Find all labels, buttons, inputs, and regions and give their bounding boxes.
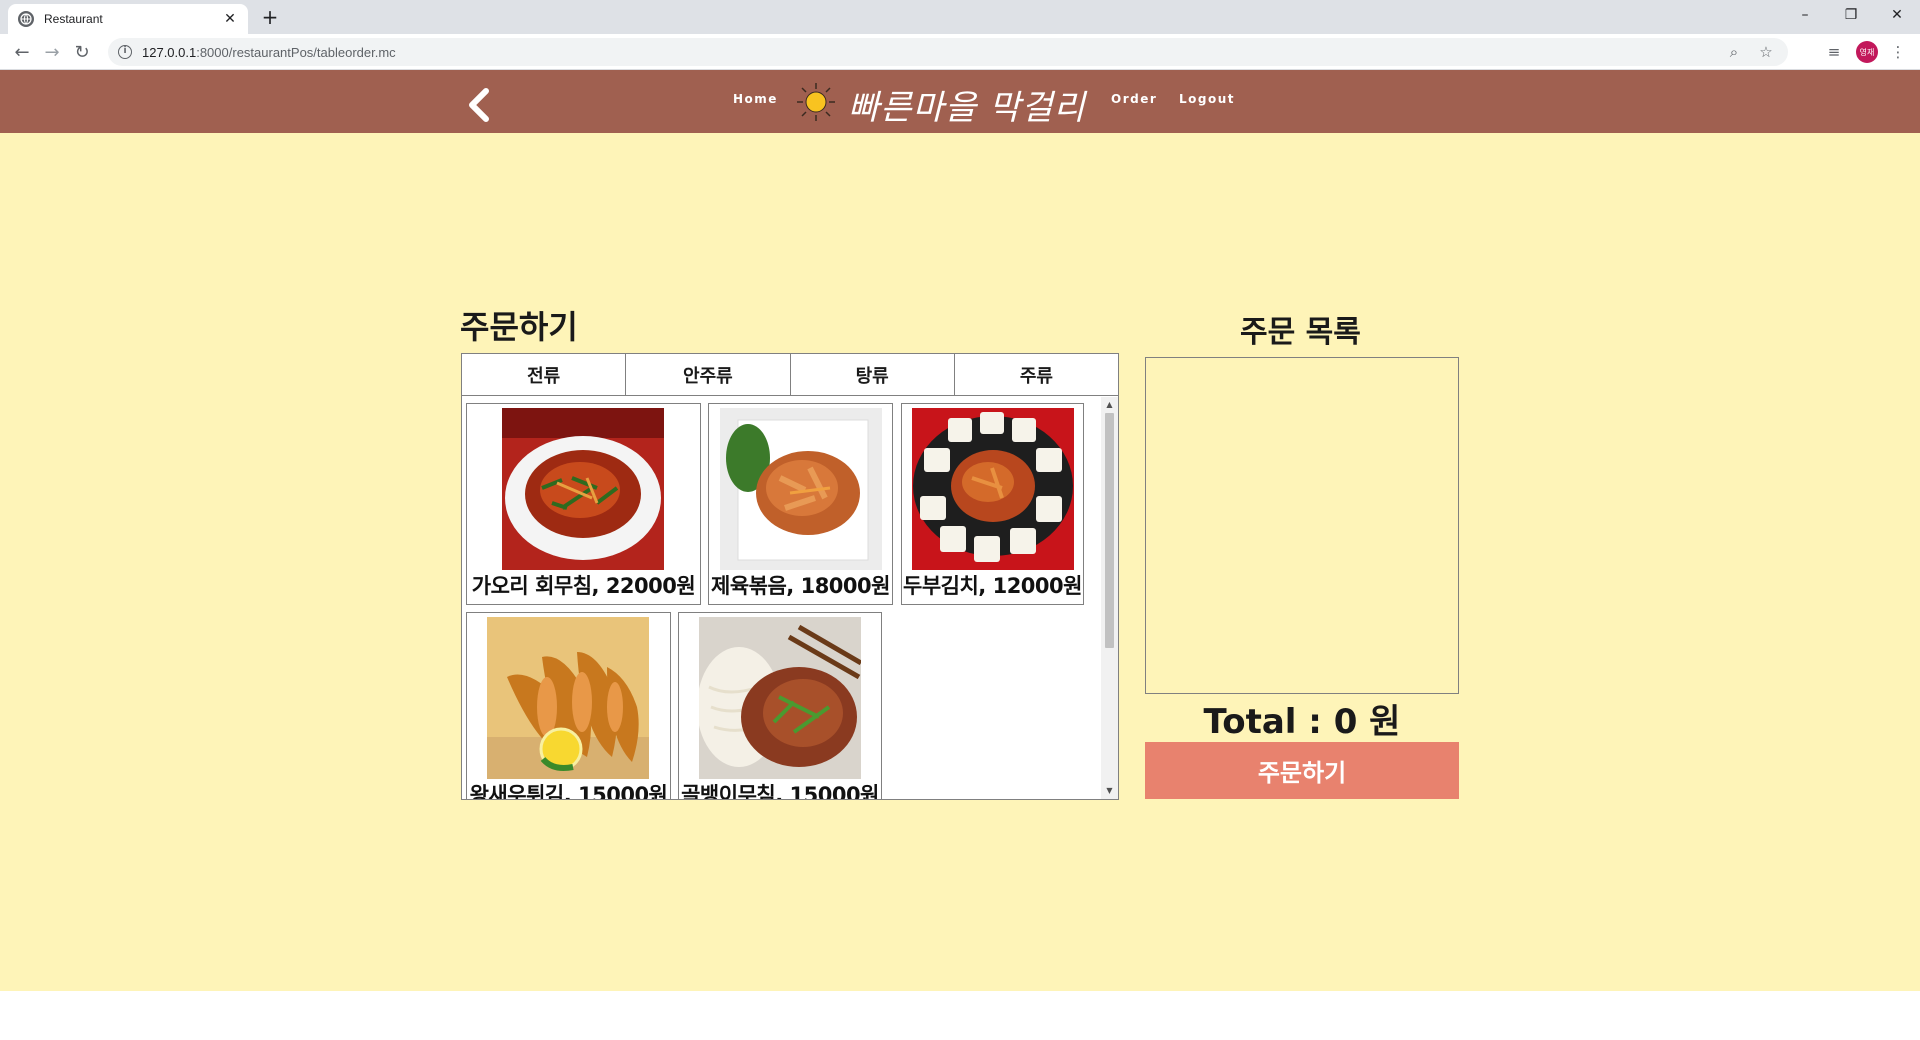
bookmark-star-icon[interactable]: ☆ [1754, 40, 1778, 64]
menu-panel: 전류 안주류 탕류 주류 가오리 회무침, 22000원 제육볶음, 18000… [461, 353, 1119, 800]
tab-category-tang[interactable]: 탕류 [790, 354, 955, 395]
tab-category-anju[interactable]: 안주류 [626, 354, 791, 395]
cart-list [1145, 357, 1459, 694]
window-controls: – ❐ ✕ [1782, 0, 1920, 30]
tab-category-jeon[interactable]: 전류 [462, 354, 627, 395]
menu-item-name: 제육볶음, 18000원 [711, 574, 890, 598]
menu-item-name: 왕새우튀김, 15000원 [469, 783, 668, 799]
profile-avatar[interactable]: 영재 [1856, 41, 1878, 63]
nav-order-link[interactable]: Order [1111, 92, 1157, 106]
cart-total: Total : 0 원 [1203, 702, 1401, 742]
media-queue-icon[interactable]: ≡ [1822, 40, 1846, 64]
logo-text[interactable]: 빠른마을 막걸리 [848, 80, 1086, 129]
menu-item-card[interactable]: 왕새우튀김, 15000원 [466, 612, 671, 799]
url-text[interactable]: 127.0.0.1:8000/restaurantPos/tableorder.… [142, 45, 1714, 60]
menu-item-card[interactable]: 두부김치, 12000원 [901, 403, 1084, 605]
zoom-icon[interactable]: ⌕ [1722, 40, 1746, 64]
restore-icon[interactable]: ❐ [1828, 0, 1874, 30]
menu-scrollbar[interactable]: ▲ ▼ [1101, 397, 1118, 799]
menu-item-card[interactable]: 가오리 회무침, 22000원 [466, 403, 701, 605]
menu-item-name: 골뱅이무침, 15000원 [681, 783, 879, 799]
food-image [502, 408, 664, 570]
close-tab-icon[interactable]: ✕ [222, 11, 238, 27]
browser-tab[interactable]: Restaurant ✕ [8, 4, 248, 34]
food-image [912, 408, 1074, 570]
menu-item-name: 두부김치, 12000원 [903, 574, 1082, 598]
globe-icon [18, 11, 34, 27]
menu-item-card[interactable]: 골뱅이무침, 15000원 [678, 612, 882, 799]
url-path: :8000/restaurantPos/tableorder.mc [196, 44, 396, 60]
scrollbar-thumb[interactable] [1105, 413, 1114, 648]
forward-icon[interactable]: → [40, 40, 64, 64]
url-host: 127.0.0.1 [142, 44, 197, 60]
browser-tabbar: Restaurant ✕ + – ❐ ✕ [0, 0, 1920, 34]
scroll-down-arrow-icon[interactable]: ▼ [1101, 783, 1118, 799]
site-header: Home 빠른마을 막걸리 Order Logout [0, 70, 1920, 133]
menu-item-card[interactable]: 제육볶음, 18000원 [708, 403, 893, 605]
minimize-icon[interactable]: – [1782, 0, 1828, 30]
submit-order-button[interactable]: 주문하기 [1145, 742, 1459, 799]
tab-title: Restaurant [44, 12, 103, 26]
page: Home 빠른마을 막걸리 Order Logout 주문하기 전류 안주류 탕… [0, 70, 1920, 991]
nav-home-link[interactable]: Home [733, 92, 778, 106]
info-icon[interactable]: i [118, 45, 132, 59]
back-icon[interactable]: ← [10, 40, 34, 64]
browser-toolbar: ← → ↻ i 127.0.0.1:8000/restaurantPos/tab… [0, 34, 1920, 70]
sun-logo-icon [797, 83, 835, 121]
page-bottom-blank [0, 991, 1920, 1040]
menu-kebab-icon[interactable]: ⋮ [1886, 40, 1910, 64]
reload-icon[interactable]: ↻ [70, 40, 94, 64]
category-tabs: 전류 안주류 탕류 주류 [462, 354, 1118, 396]
new-tab-button[interactable]: + [258, 6, 282, 30]
food-image [699, 617, 861, 779]
back-arrow-icon[interactable] [464, 87, 494, 123]
scroll-up-arrow-icon[interactable]: ▲ [1101, 397, 1118, 413]
menu-list: 가오리 회무침, 22000원 제육볶음, 18000원 두부김치, 12000… [462, 397, 1098, 799]
nav-logout-link[interactable]: Logout [1179, 92, 1235, 106]
food-image [487, 617, 649, 779]
cart-title: 주문 목록 [1240, 315, 1361, 350]
menu-item-name: 가오리 회무침, 22000원 [471, 574, 696, 598]
order-section-title: 주문하기 [460, 308, 578, 346]
close-window-icon[interactable]: ✕ [1874, 0, 1920, 30]
address-bar[interactable]: i 127.0.0.1:8000/restaurantPos/tableorde… [108, 38, 1788, 66]
tab-category-drinks[interactable]: 주류 [954, 354, 1118, 395]
food-image [720, 408, 882, 570]
